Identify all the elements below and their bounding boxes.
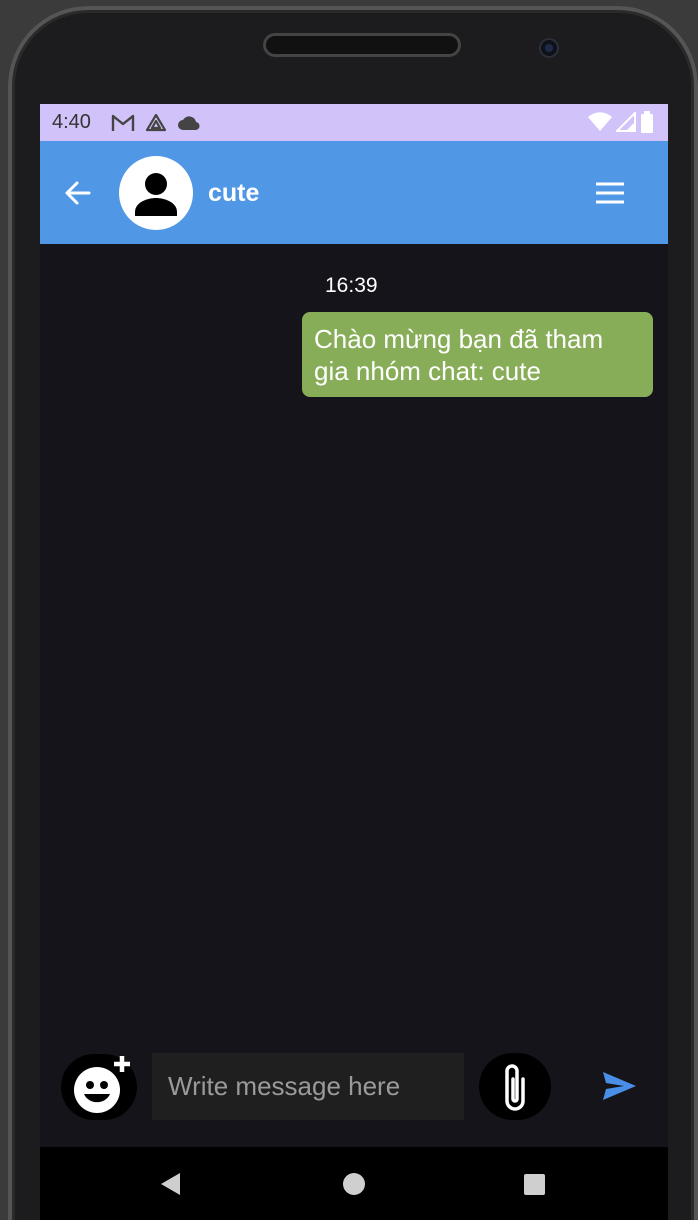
status-right-icons	[588, 110, 654, 139]
battery-icon	[640, 111, 654, 139]
outgoing-message-bubble[interactable]: Chào mừng bạn đã tham gia nhóm chat: cut…	[302, 312, 653, 397]
composer	[40, 1044, 668, 1147]
arrow-left-icon	[65, 181, 91, 205]
avatar[interactable]	[119, 156, 193, 230]
front-camera	[539, 38, 559, 58]
send-icon	[603, 1072, 636, 1100]
system-nav-bar	[40, 1147, 668, 1220]
signal-icon	[614, 110, 636, 138]
paperclip-icon	[505, 1064, 525, 1111]
menu-button[interactable]	[594, 177, 626, 209]
back-button[interactable]	[62, 177, 94, 209]
app-bar: cute	[40, 141, 668, 244]
earpiece-speaker	[263, 33, 461, 57]
home-circle-icon[interactable]	[343, 1173, 365, 1195]
gmail-icon	[111, 114, 135, 132]
screen: 4:40 cute 16:39 Chào mừng bạn đã tham gi…	[40, 104, 668, 1147]
recents-square-icon[interactable]	[524, 1174, 545, 1195]
drive-icon	[145, 113, 167, 133]
chat-title: cute	[208, 179, 260, 207]
send-button[interactable]	[600, 1069, 638, 1103]
wifi-icon	[588, 112, 612, 138]
back-triangle-icon	[161, 1173, 180, 1195]
message-list[interactable]: 16:39 Chào mừng bạn đã tham gia nhóm cha…	[40, 244, 668, 1044]
cloud-icon	[177, 115, 201, 131]
status-time: 4:40	[52, 111, 91, 133]
person-icon	[135, 173, 177, 216]
message-input[interactable]	[152, 1053, 464, 1120]
nav-back-button[interactable]	[160, 1172, 182, 1201]
message-timestamp: 16:39	[325, 274, 378, 297]
attach-button[interactable]	[479, 1053, 551, 1120]
emoji-add-icon	[74, 1056, 130, 1113]
status-bar: 4:40	[40, 104, 668, 141]
emoji-button[interactable]	[61, 1054, 137, 1120]
hamburger-menu-icon	[596, 182, 624, 204]
